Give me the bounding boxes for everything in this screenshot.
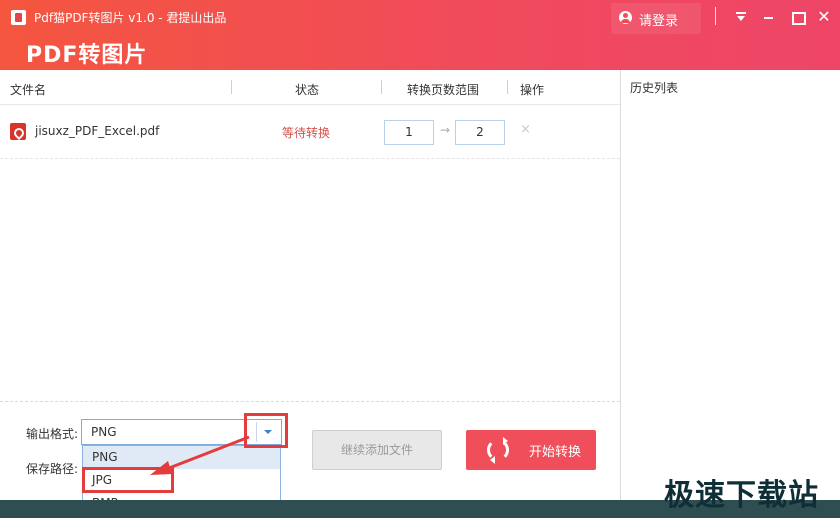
minimize-icon[interactable]: [759, 7, 779, 27]
title-bar: Pdf猫PDF转图片 v1.0 - 君提山出品 PDF转图片 请登录 ✕: [0, 0, 840, 70]
header-status: 状态: [295, 83, 320, 97]
table-row[interactable]: jisuxz_PDF_Excel.pdf 等待转换 1 → 2 ×: [0, 106, 620, 159]
refresh-icon: [487, 437, 509, 464]
start-convert-button[interactable]: 开始转换: [466, 430, 596, 470]
format-select-value: PNG: [91, 425, 117, 439]
watermark: 极速下载站: [664, 478, 819, 513]
page-to-input[interactable]: 2: [455, 120, 505, 145]
start-convert-label: 开始转换: [529, 445, 582, 460]
title-separator: [715, 7, 716, 25]
app-name: PDF转图片: [26, 43, 148, 68]
format-option-png[interactable]: PNG: [83, 446, 280, 469]
page-from-input[interactable]: 1: [384, 120, 434, 145]
file-name: jisuxz_PDF_Excel.pdf: [35, 124, 160, 138]
window-title: Pdf猫PDF转图片 v1.0 - 君提山出品: [34, 11, 227, 25]
history-panel: 历史列表: [620, 70, 840, 500]
history-title: 历史列表: [630, 81, 679, 95]
annotation-highlight-jpg: [82, 467, 174, 493]
header-separator: [507, 80, 508, 94]
close-icon[interactable]: ✕: [814, 7, 834, 27]
header-filename: 文件名: [10, 83, 47, 97]
maximize-icon[interactable]: [787, 7, 807, 27]
menu-dropdown-icon[interactable]: [731, 7, 751, 27]
header-separator: [381, 80, 382, 94]
app-logo-icon: [11, 10, 26, 25]
file-status: 等待转换: [282, 126, 331, 140]
arrow-right-icon: →: [439, 123, 451, 137]
login-button[interactable]: 请登录: [611, 3, 701, 34]
remove-icon[interactable]: ×: [520, 122, 531, 137]
format-label: 输出格式:: [26, 427, 79, 441]
pdf-file-icon: [10, 123, 26, 140]
login-label: 请登录: [639, 14, 679, 29]
add-files-button[interactable]: 继续添加文件: [312, 430, 442, 470]
bottom-divider: [0, 401, 620, 402]
annotation-highlight-dropdown: [244, 413, 288, 448]
header-separator: [231, 80, 232, 94]
user-icon: [619, 11, 632, 24]
header-page-range: 转换页数范围: [407, 83, 480, 97]
save-path-label: 保存路径:: [26, 462, 79, 476]
file-table-header: 文件名 状态 转换页数范围 操作: [0, 70, 620, 105]
header-actions: 操作: [520, 83, 545, 97]
